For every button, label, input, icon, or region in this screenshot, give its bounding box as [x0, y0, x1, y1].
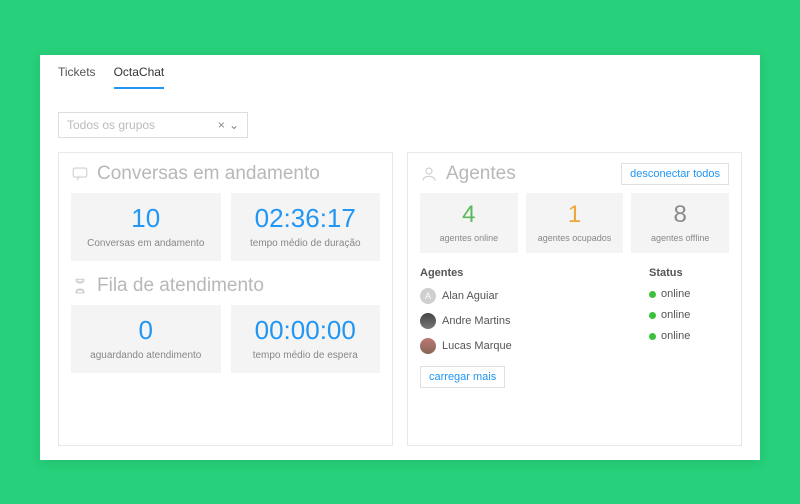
hourglass-icon	[71, 277, 89, 295]
conversations-count-value: 10	[77, 203, 215, 234]
conversations-title-text: Conversas em andamento	[97, 163, 320, 185]
stat-agents-offline: 8 agentes offline	[631, 193, 729, 253]
status-dot-icon	[649, 312, 656, 319]
stat-wait-time: 00:00:00 tempo médio de espera	[231, 305, 381, 373]
waiting-value: 0	[77, 315, 215, 346]
status-badge: online	[649, 309, 729, 321]
agents-title-text: Agentes	[446, 163, 516, 185]
group-select-placeholder: Todos os grupos	[67, 118, 218, 132]
list-item[interactable]: Lucas Marque	[420, 338, 629, 354]
status-text: online	[661, 330, 690, 342]
right-panel: Agentes desconectar todos 4 agentes onli…	[407, 152, 742, 446]
avatar	[420, 338, 436, 354]
avg-duration-value: 02:36:17	[237, 203, 375, 234]
conversations-count-label: Conversas em andamento	[77, 238, 215, 249]
list-item[interactable]: Andre Martins	[420, 313, 629, 329]
wait-time-label: tempo médio de espera	[237, 350, 375, 361]
status-col-header: Status	[649, 267, 729, 279]
group-select[interactable]: Todos os grupos × ⌄	[58, 112, 248, 138]
queue-title-text: Fila de atendimento	[97, 275, 264, 297]
stat-conversations-count: 10 Conversas em andamento	[71, 193, 221, 261]
status-dot-icon	[649, 291, 656, 298]
queue-cards: 0 aguardando atendimento 00:00:00 tempo …	[71, 305, 380, 373]
queue-title: Fila de atendimento	[71, 275, 380, 297]
agents-online-value: 4	[424, 201, 514, 229]
conversations-title: Conversas em andamento	[71, 163, 380, 185]
tab-octachat[interactable]: OctaChat	[114, 65, 165, 89]
agents-offline-value: 8	[635, 201, 725, 229]
status-badge: online	[649, 330, 729, 342]
agent-icon	[420, 165, 438, 183]
wait-time-value: 00:00:00	[237, 315, 375, 346]
disconnect-all-button[interactable]: desconectar todos	[621, 163, 729, 185]
agents-col-header: Agentes	[420, 267, 629, 279]
left-panel: Conversas em andamento 10 Conversas em a…	[58, 152, 393, 446]
clear-icon[interactable]: ×	[218, 118, 225, 132]
status-text: online	[661, 288, 690, 300]
agent-name: Lucas Marque	[442, 340, 512, 352]
agents-offline-label: agentes offline	[635, 233, 725, 243]
tab-tickets[interactable]: Tickets	[58, 65, 96, 89]
avatar: A	[420, 288, 436, 304]
status-text: online	[661, 309, 690, 321]
avg-duration-label: tempo médio de duração	[237, 238, 375, 249]
agents-busy-value: 1	[530, 201, 620, 229]
app-window: Tickets OctaChat Todos os grupos × ⌄ Con…	[40, 55, 760, 460]
list-item[interactable]: A Alan Aguiar	[420, 288, 629, 304]
stat-avg-duration: 02:36:17 tempo médio de duração	[231, 193, 381, 261]
agent-name: Alan Aguiar	[442, 290, 498, 302]
status-dot-icon	[649, 333, 656, 340]
agents-table: Agentes A Alan Aguiar Andre Martins Luca…	[420, 267, 729, 354]
chevron-down-icon[interactable]: ⌄	[229, 118, 239, 132]
load-more-button[interactable]: carregar mais	[420, 366, 505, 388]
status-badge: online	[649, 288, 729, 300]
agents-stats: 4 agentes online 1 agentes ocupados 8 ag…	[420, 193, 729, 253]
agents-busy-label: agentes ocupados	[530, 233, 620, 243]
stat-agents-busy: 1 agentes ocupados	[526, 193, 624, 253]
waiting-label: aguardando atendimento	[77, 350, 215, 361]
avatar	[420, 313, 436, 329]
agent-name: Andre Martins	[442, 315, 510, 327]
stat-agents-online: 4 agentes online	[420, 193, 518, 253]
filter-row: Todos os grupos × ⌄	[58, 112, 742, 138]
agents-online-label: agentes online	[424, 233, 514, 243]
tabs: Tickets OctaChat	[58, 65, 742, 90]
conversations-cards: 10 Conversas em andamento 02:36:17 tempo…	[71, 193, 380, 261]
chat-icon	[71, 165, 89, 183]
stat-waiting: 0 aguardando atendimento	[71, 305, 221, 373]
main-content: Conversas em andamento 10 Conversas em a…	[58, 152, 742, 446]
agents-title: Agentes	[420, 163, 516, 185]
